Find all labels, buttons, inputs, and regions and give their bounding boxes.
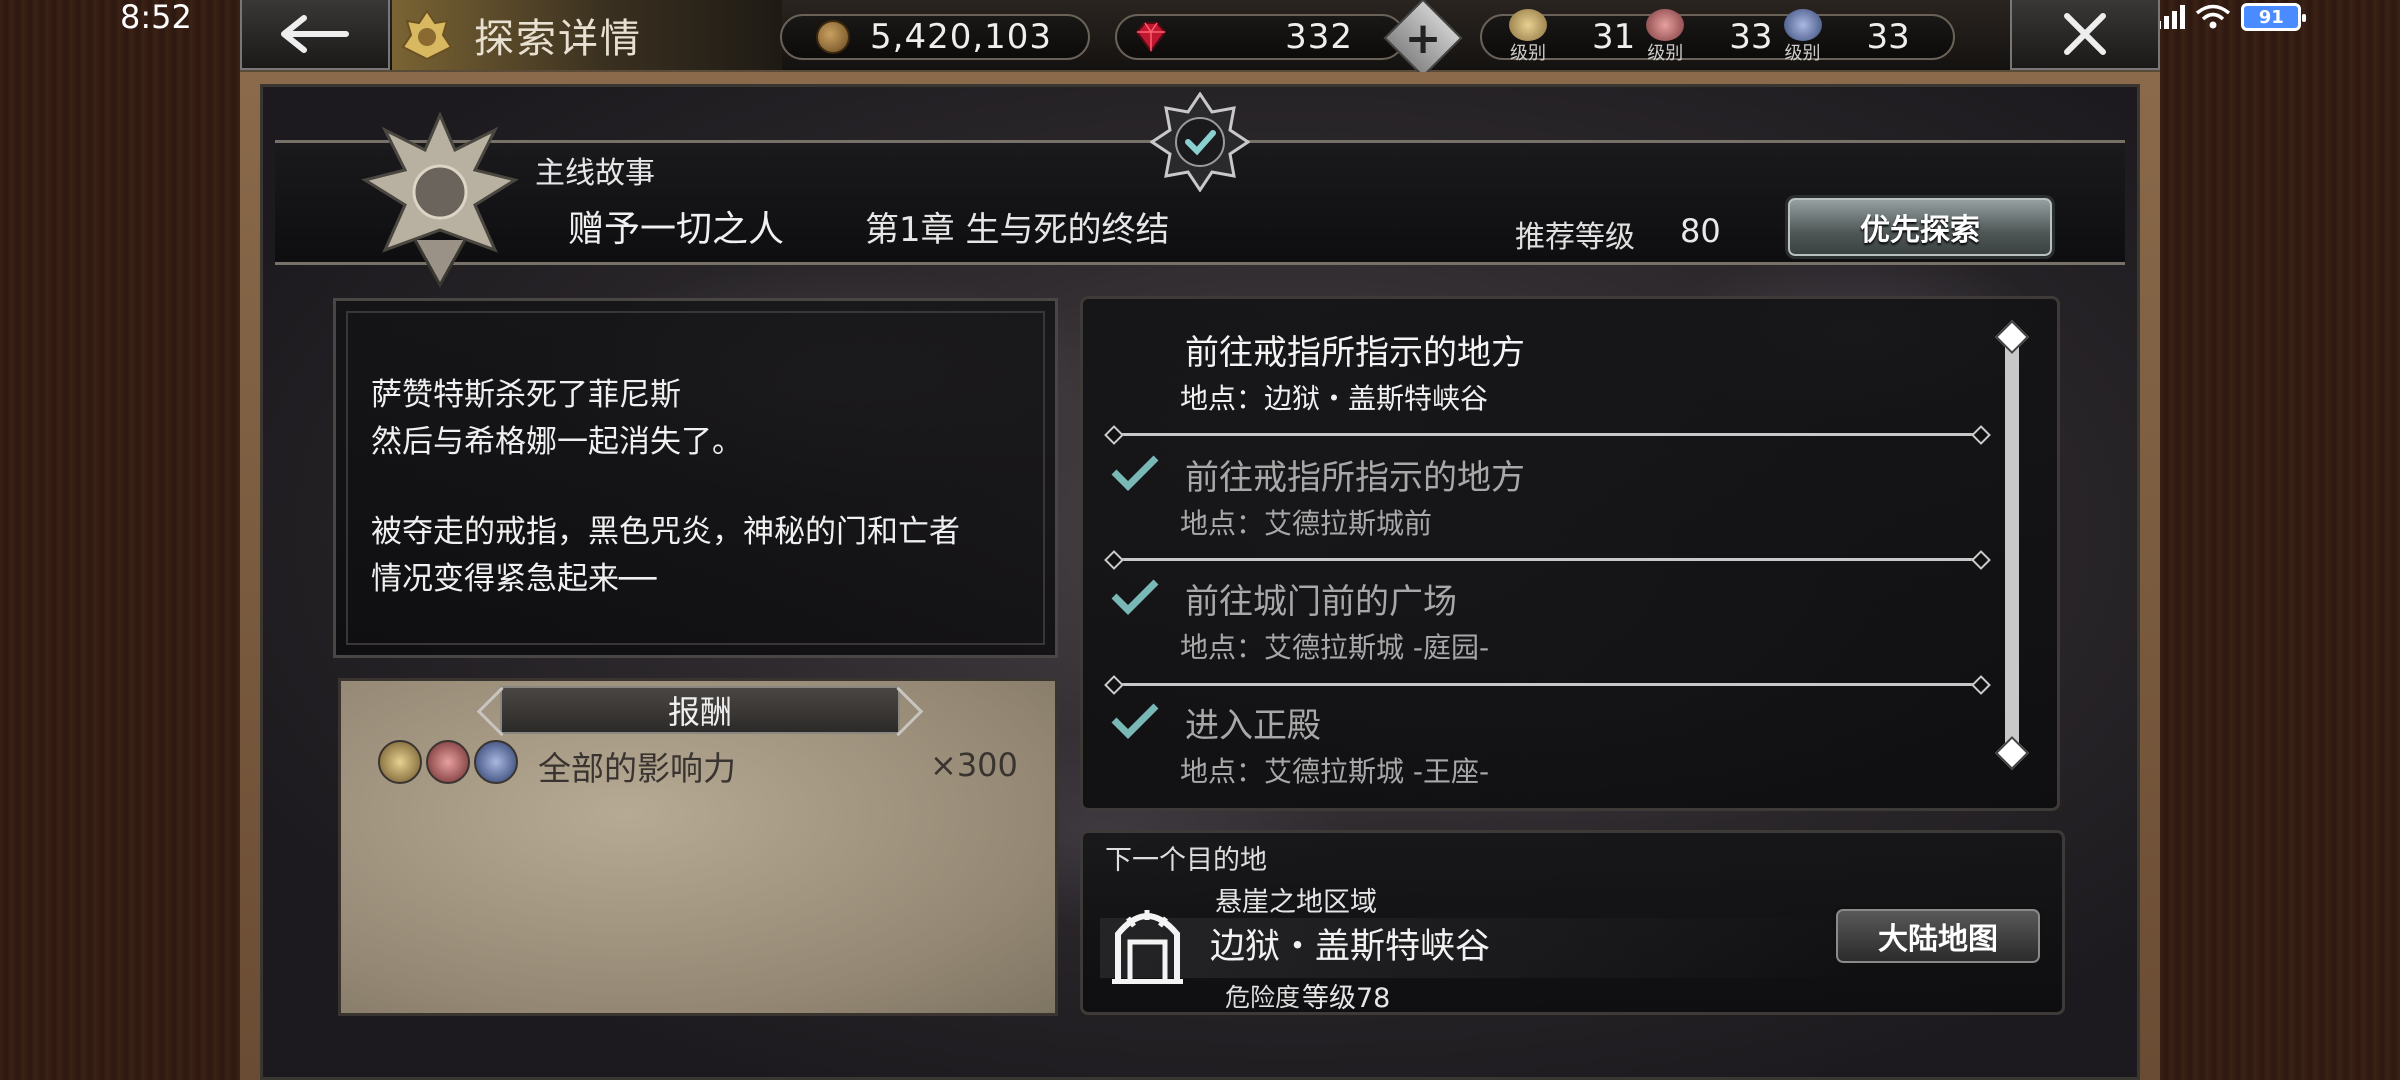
gem-value: 332 bbox=[1285, 17, 1353, 57]
priority-explore-button[interactable]: 优先探索 bbox=[1785, 195, 2055, 259]
reward-label: 全部的影响力 bbox=[538, 749, 736, 788]
influence-gold-icon bbox=[378, 740, 422, 784]
plus-icon: + bbox=[1404, 12, 1442, 64]
gem-icon bbox=[1135, 22, 1167, 53]
influence-level-2-value: 33 bbox=[1729, 17, 1773, 57]
description-line: 萨赞特斯杀死了菲尼斯 bbox=[371, 377, 681, 413]
gem-counter: 332 bbox=[1115, 14, 1405, 60]
influence-level-3-value: 33 bbox=[1866, 17, 1910, 57]
continent-map-button[interactable]: 大陆地图 bbox=[1833, 906, 2043, 966]
objective-title: 前往戒指所指示的地方 bbox=[1185, 333, 1525, 373]
signal-icon bbox=[2156, 5, 2186, 29]
reward-title: 报酬 bbox=[500, 686, 900, 734]
influence-red-icon bbox=[426, 740, 470, 784]
title-area: 探索详情 bbox=[392, 0, 782, 70]
story-type: 主线故事 bbox=[535, 156, 655, 191]
influence-level-1: 级别 bbox=[1502, 9, 1554, 65]
story-crest-icon bbox=[361, 111, 519, 289]
right-frame bbox=[2160, 0, 2400, 1080]
wifi-icon bbox=[2196, 4, 2231, 29]
influence-levels: 级别 31 级别 33 级别 33 bbox=[1480, 9, 1955, 64]
danger-level: 等级78 bbox=[1302, 983, 1391, 1014]
gold-counter: 5,420,103 bbox=[780, 14, 1090, 60]
gate-icon bbox=[1112, 910, 1183, 984]
objective-title: 进入正殿 bbox=[1185, 706, 1321, 746]
description-line: 被夺走的戒指，黑色咒炎，神秘的门和亡者 bbox=[371, 514, 960, 550]
objective-location: 地点：边狱・盖斯特峡谷 bbox=[1180, 382, 1489, 415]
story-description: 萨赞特斯杀死了菲尼斯 然后与希格娜一起消失了。 被夺走的戒指，黑色咒炎，神秘的门… bbox=[333, 298, 1058, 658]
divider bbox=[1115, 683, 1980, 686]
divider bbox=[1115, 558, 1980, 561]
description-line: 情况变得紧急起来── bbox=[371, 561, 657, 597]
influence-level-2: 级别 bbox=[1639, 9, 1691, 65]
recommended-level-value: 80 bbox=[1680, 212, 1721, 250]
reward-icons bbox=[378, 740, 518, 784]
danger-label: 危险度 bbox=[1225, 983, 1301, 1012]
crest-icon bbox=[392, 0, 462, 70]
objective-title: 前往戒指所指示的地方 bbox=[1185, 458, 1525, 498]
reward-quantity: ×300 bbox=[930, 746, 1018, 784]
status-time: 8:52 bbox=[120, 0, 192, 36]
divider bbox=[1115, 433, 1980, 436]
next-region: 悬崖之地区域 bbox=[1215, 887, 1377, 918]
influence-level-3: 级别 bbox=[1777, 9, 1829, 65]
next-place: 边狱・盖斯特峡谷 bbox=[1210, 927, 1491, 967]
next-destination-label: 下一个目的地 bbox=[1105, 845, 1267, 876]
chapter-title: 第1章 生与死的终结 bbox=[865, 210, 1170, 250]
check-icon bbox=[1111, 579, 1159, 615]
influence-blue-icon bbox=[474, 740, 518, 784]
influence-level-1-value: 31 bbox=[1592, 17, 1636, 57]
influence-gold-icon bbox=[1509, 9, 1547, 41]
back-button[interactable] bbox=[240, 0, 390, 70]
coin-icon bbox=[816, 20, 850, 54]
objective-location: 地点：艾德拉斯城 -王座- bbox=[1180, 755, 1490, 788]
influence-red-icon bbox=[1646, 9, 1685, 41]
check-icon bbox=[1111, 455, 1159, 491]
objective-location: 地点：艾德拉斯城前 bbox=[1180, 507, 1433, 540]
objectives-scrollbar[interactable] bbox=[2005, 335, 2019, 755]
influence-blue-icon bbox=[1783, 9, 1822, 41]
check-icon bbox=[1111, 703, 1159, 739]
close-button[interactable] bbox=[2010, 0, 2160, 70]
close-icon bbox=[2064, 13, 2106, 55]
left-frame bbox=[0, 0, 240, 1080]
recommended-level-label: 推荐等级 bbox=[1515, 220, 1635, 255]
arrow-left-icon bbox=[281, 15, 349, 53]
description-line: 然后与希格娜一起消失了。 bbox=[371, 424, 743, 460]
objective-location: 地点：艾德拉斯城 -庭园- bbox=[1180, 631, 1490, 664]
battery-icon: 91 bbox=[2241, 3, 2307, 31]
gold-value: 5,420,103 bbox=[870, 17, 1053, 57]
page-title: 探索详情 bbox=[474, 16, 642, 62]
story-title: 赠予一切之人 bbox=[568, 209, 785, 250]
completed-medal-icon bbox=[1150, 92, 1250, 192]
objective-title: 前往城门前的广场 bbox=[1185, 582, 1457, 622]
